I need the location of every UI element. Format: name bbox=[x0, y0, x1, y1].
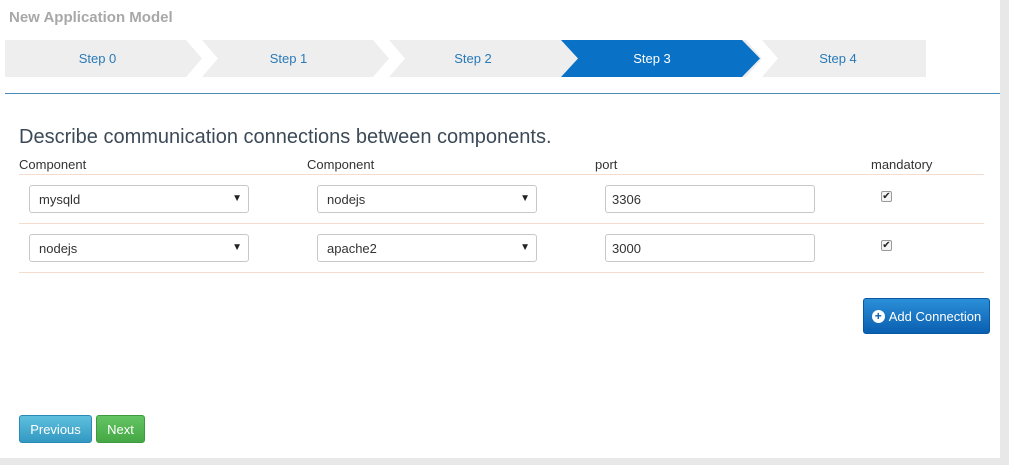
from-component-select[interactable]: mysqld ▼ bbox=[29, 185, 249, 213]
port-input[interactable]: 3306 bbox=[605, 185, 815, 213]
column-header-component-from: Component bbox=[19, 157, 87, 172]
step-2[interactable]: Step 2 bbox=[383, 40, 563, 77]
column-header-component-to: Component bbox=[307, 157, 375, 172]
previous-button[interactable]: Previous bbox=[19, 415, 92, 443]
page-title: New Application Model bbox=[9, 9, 173, 26]
chevron-down-icon: ▼ bbox=[232, 193, 242, 204]
port-input[interactable]: 3000 bbox=[605, 234, 815, 262]
chevron-down-icon: ▼ bbox=[520, 193, 530, 204]
to-component-select[interactable]: apache2 ▼ bbox=[317, 234, 537, 262]
row-divider bbox=[19, 223, 984, 224]
chevron-down-icon: ▼ bbox=[232, 242, 242, 253]
plus-circle-icon: + bbox=[871, 309, 885, 323]
row-divider bbox=[19, 174, 984, 175]
step-0[interactable]: Step 0 bbox=[5, 40, 190, 77]
wizard-panel: New Application Model Step 0 Step 1 Step… bbox=[0, 0, 1000, 458]
section-heading: Describe communication connections betwe… bbox=[19, 126, 552, 148]
column-header-mandatory: mandatory bbox=[871, 157, 933, 172]
to-component-select[interactable]: nodejs ▼ bbox=[317, 185, 537, 213]
chevron-down-icon: ▼ bbox=[520, 242, 530, 253]
step-1[interactable]: Step 1 bbox=[195, 40, 382, 77]
header-divider bbox=[5, 93, 1000, 94]
from-component-select[interactable]: nodejs ▼ bbox=[29, 234, 249, 262]
row-divider bbox=[19, 272, 984, 273]
step-progress-bar: Step 0 Step 1 Step 2 Step 3 Step 4 bbox=[5, 40, 926, 77]
column-header-port: port bbox=[595, 157, 618, 172]
add-connection-button[interactable]: + Add Connection bbox=[863, 298, 990, 334]
mandatory-checkbox[interactable]: ✔ bbox=[881, 191, 892, 202]
step-3[interactable]: Step 3 bbox=[567, 40, 737, 77]
mandatory-checkbox[interactable]: ✔ bbox=[881, 240, 892, 251]
next-button[interactable]: Next bbox=[96, 415, 145, 443]
step-4[interactable]: Step 4 bbox=[755, 40, 921, 77]
